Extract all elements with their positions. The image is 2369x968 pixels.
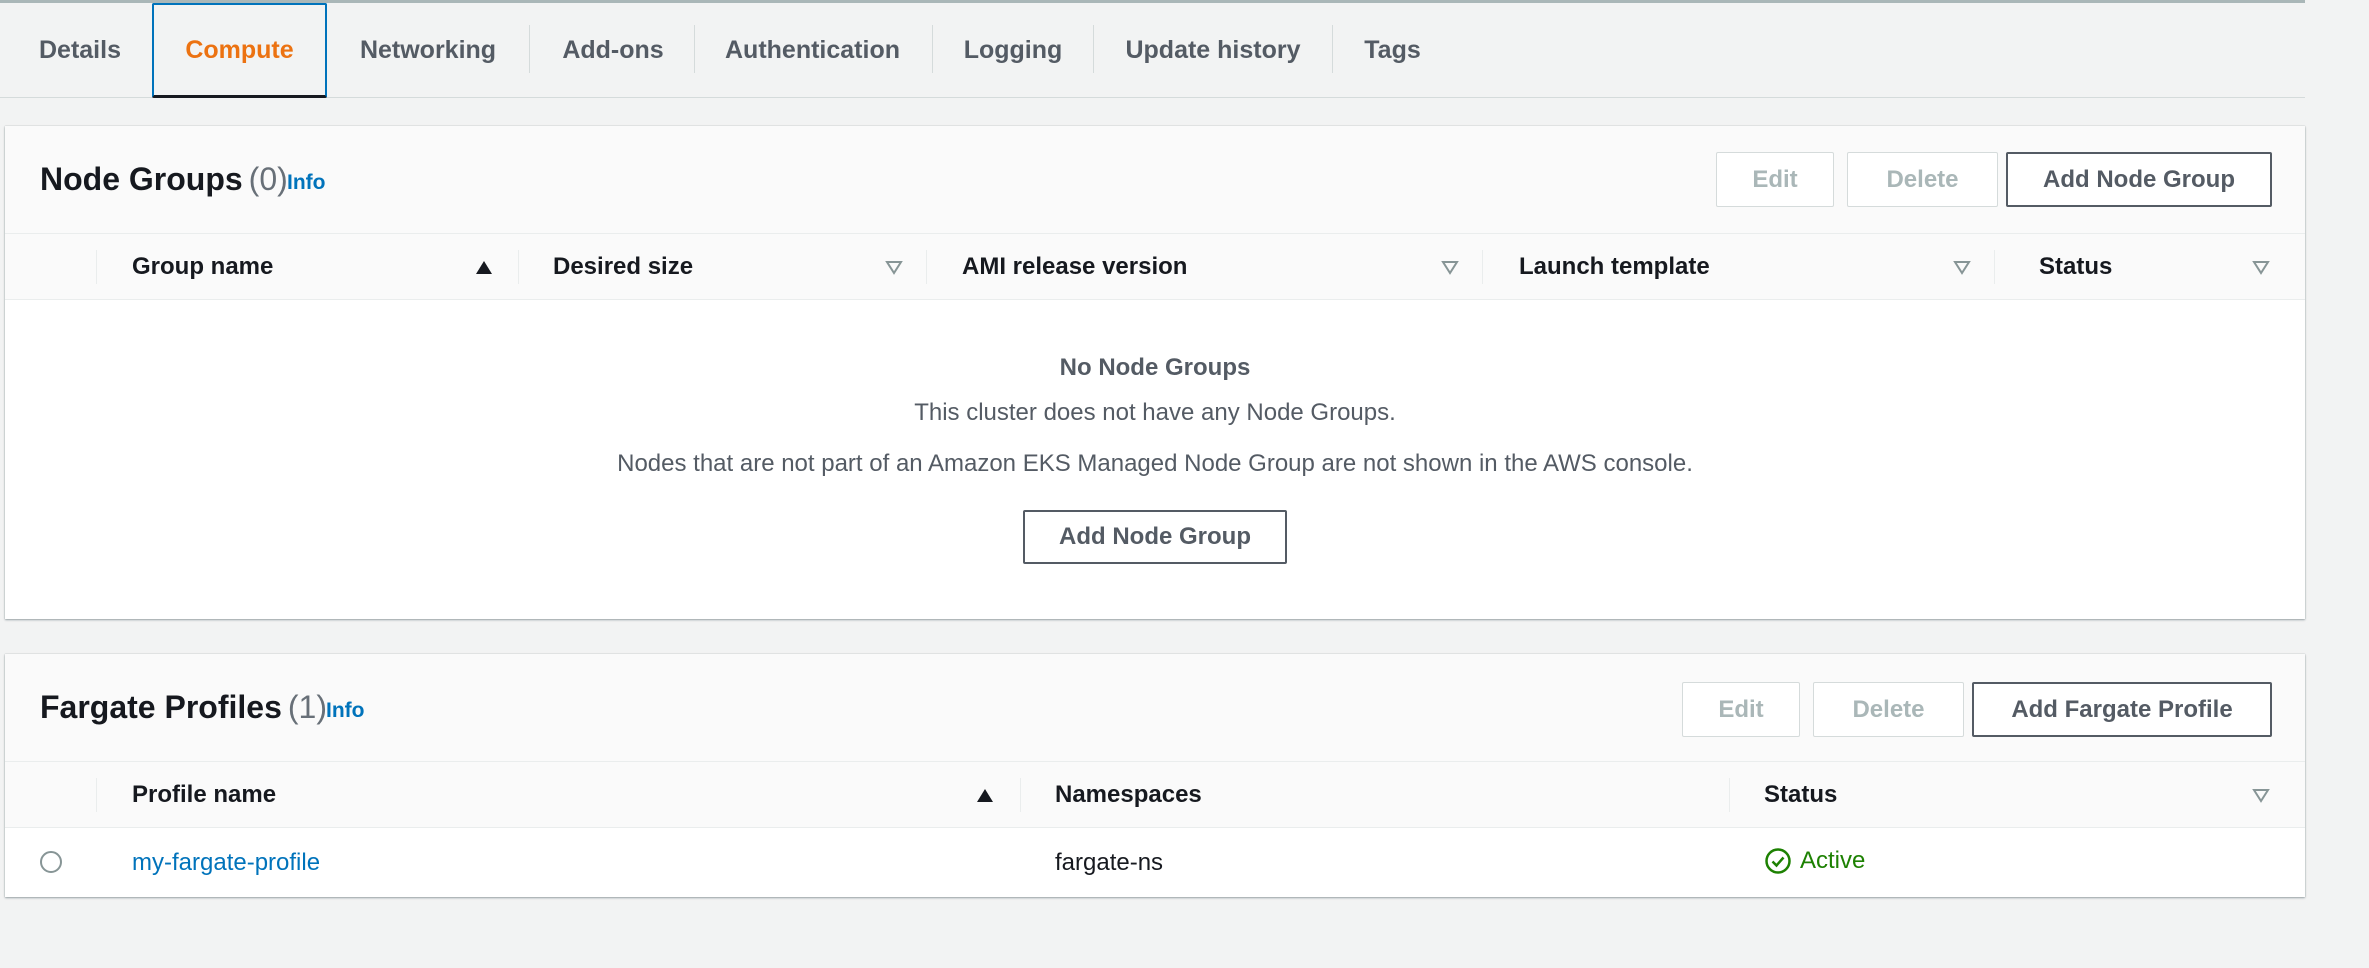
empty-state-add-node-group-button[interactable]: Add Node Group	[1023, 510, 1287, 564]
node-groups-header: Node Groups (0) Info Edit Delete Add Node…	[5, 126, 2305, 234]
tab-tags[interactable]: Tags	[1345, 3, 1440, 97]
fargate-profiles-panel: Fargate Profiles (1) Info Edit Delete Add…	[5, 654, 2305, 897]
tab-add-ons[interactable]: Add-ons	[540, 3, 686, 97]
node-groups-delete-button[interactable]: Delete	[1847, 152, 1998, 207]
node-groups-edit-button[interactable]: Edit	[1716, 152, 1834, 207]
namespaces-cell: fargate-ns	[1055, 849, 1164, 876]
column-header-desired-size[interactable]: Desired size	[553, 234, 693, 300]
column-header-namespaces: Namespaces	[1055, 781, 1202, 808]
column-header-status[interactable]: Status	[1764, 762, 1837, 828]
tab-bar: Details Compute Networking Add-ons Authe…	[0, 3, 2305, 98]
column-separator	[1994, 250, 1995, 284]
tab-logging[interactable]: Logging	[944, 3, 1082, 97]
empty-state-description: This cluster does not have any Node Grou…	[914, 399, 1396, 426]
fargate-profiles-title: Fargate Profiles (1)	[40, 689, 327, 726]
fargate-profiles-count: (1)	[287, 689, 327, 725]
sort-unsorted-icon[interactable]	[2252, 788, 2270, 803]
column-header-group-name[interactable]: Group name	[132, 234, 273, 300]
fargate-profiles-header: Fargate Profiles (1) Info Edit Delete Add…	[5, 654, 2305, 762]
column-separator	[1020, 778, 1021, 812]
column-header-launch-template[interactable]: Launch template	[1519, 234, 1710, 300]
column-separator	[96, 250, 97, 284]
column-header-status[interactable]: Status	[2039, 234, 2112, 300]
node-groups-table-header: Group name Desired size AMI release vers…	[5, 234, 2305, 300]
tab-networking[interactable]: Networking	[340, 3, 516, 97]
sort-unsorted-icon[interactable]	[1953, 260, 1971, 275]
fargate-profiles-table-header: Profile name Namespaces Status	[5, 762, 2305, 828]
status-text: Active	[1800, 847, 1866, 874]
add-fargate-profile-button[interactable]: Add Fargate Profile	[1972, 682, 2272, 737]
tab-separator	[1332, 25, 1333, 73]
sort-unsorted-icon[interactable]	[885, 260, 903, 275]
tab-update-history[interactable]: Update history	[1105, 3, 1321, 97]
fargate-profiles-delete-button[interactable]: Delete	[1813, 682, 1964, 737]
check-circle-icon	[1765, 848, 1791, 874]
node-groups-panel: Node Groups (0) Info Edit Delete Add Node…	[5, 126, 2305, 619]
tab-separator	[1093, 25, 1094, 73]
column-separator	[1729, 778, 1730, 812]
column-separator	[518, 250, 519, 284]
profile-name-link[interactable]: my-fargate-profile	[132, 849, 320, 877]
tab-details[interactable]: Details	[22, 3, 138, 97]
sort-unsorted-icon[interactable]	[2252, 260, 2270, 275]
tab-separator	[529, 25, 530, 73]
tab-compute[interactable]: Compute	[152, 3, 327, 98]
eks-cluster-compute-view: Details Compute Networking Add-ons Authe…	[0, 0, 2369, 968]
fargate-profiles-edit-button[interactable]: Edit	[1682, 682, 1800, 737]
column-header-ami-release-version[interactable]: AMI release version	[962, 234, 1187, 300]
tab-separator	[932, 25, 933, 73]
sort-ascending-icon[interactable]	[475, 260, 493, 275]
node-groups-title: Node Groups (0)	[40, 161, 288, 198]
sort-ascending-icon[interactable]	[976, 788, 994, 803]
fargate-profiles-info-link[interactable]: Info	[326, 699, 364, 723]
empty-state-note: Nodes that are not part of an Amazon EKS…	[617, 450, 1693, 477]
row-select-radio[interactable]	[40, 851, 62, 873]
fargate-profiles-title-text: Fargate Profiles	[40, 689, 282, 725]
sort-unsorted-icon[interactable]	[1441, 260, 1459, 275]
column-header-profile-name[interactable]: Profile name	[132, 762, 276, 828]
node-groups-title-text: Node Groups	[40, 161, 243, 197]
column-separator	[926, 250, 927, 284]
node-groups-info-link[interactable]: Info	[287, 171, 325, 195]
tab-authentication[interactable]: Authentication	[705, 3, 920, 97]
column-separator	[96, 778, 97, 812]
add-node-group-button[interactable]: Add Node Group	[2006, 152, 2272, 207]
node-groups-count: (0)	[248, 161, 288, 197]
column-separator	[1482, 250, 1483, 284]
empty-state-title: No Node Groups	[1059, 354, 1251, 381]
tab-separator	[694, 25, 695, 73]
status-cell: Active	[1764, 847, 1865, 875]
